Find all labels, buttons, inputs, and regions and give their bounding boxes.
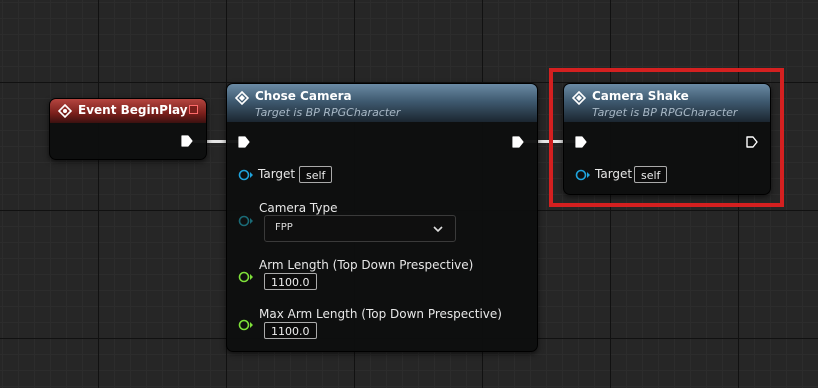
event-beginplay-node[interactable]: Event BeginPlay (49, 98, 207, 160)
camera-type-label: Camera Type (259, 201, 338, 215)
exec-out-pin-icon[interactable] (180, 134, 194, 148)
target-label: Target (258, 167, 296, 181)
event-beginplay-title: Event BeginPlay (78, 103, 188, 117)
camera-type-value: FPP (275, 222, 293, 233)
max-arm-length-label: Max Arm Length (Top Down Prespective) (259, 307, 502, 321)
max-arm-length-field[interactable]: 1100.0 (264, 322, 317, 339)
camera-shake-highlight-box (549, 68, 784, 207)
chose-camera-subtitle: Target is BP RPGCharacter (255, 106, 401, 119)
exec-out-pin-icon[interactable] (511, 135, 525, 149)
arm-length-field[interactable]: 1100.0 (264, 273, 317, 290)
float-pin-icon[interactable] (238, 271, 254, 283)
object-pin-icon[interactable] (238, 169, 254, 181)
target-value-field[interactable]: self (299, 166, 333, 183)
exec-in-pin-icon[interactable] (237, 135, 251, 149)
event-diamond-icon (58, 104, 72, 118)
chose-camera-title: Chose Camera (255, 89, 352, 103)
float-pin-icon[interactable] (238, 319, 254, 331)
chevron-down-icon (433, 226, 443, 233)
camera-type-dropdown[interactable]: FPP (264, 215, 456, 242)
enum-pin-icon[interactable] (238, 215, 254, 227)
function-diamond-icon (235, 91, 249, 105)
event-delegate-pin[interactable] (189, 105, 198, 114)
chose-camera-node[interactable]: Chose Camera Target is BP RPGCharacter T… (226, 83, 538, 352)
arm-length-label: Arm Length (Top Down Prespective) (259, 258, 474, 272)
